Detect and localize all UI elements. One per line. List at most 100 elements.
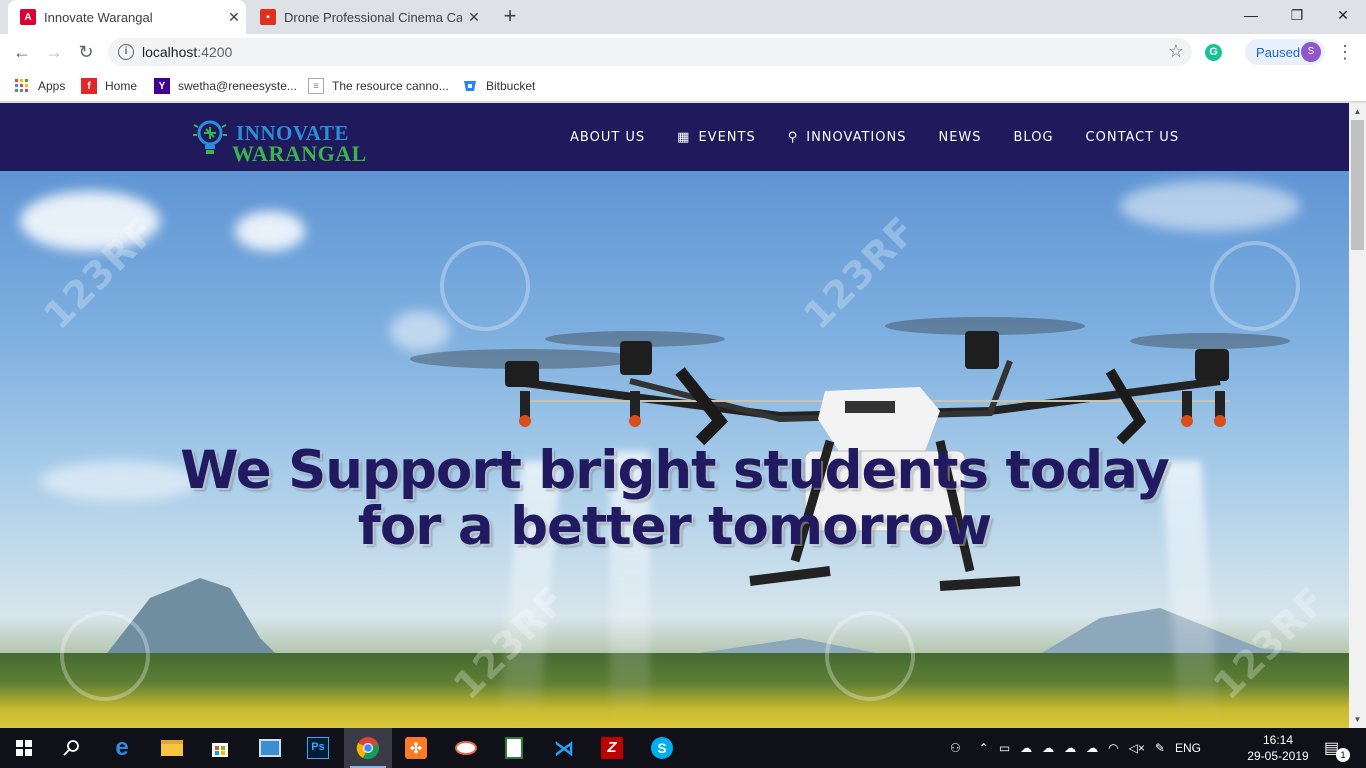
skype-icon[interactable]: S — [638, 728, 686, 768]
calendar-icon: ▦ — [677, 129, 691, 145]
nav-about-us[interactable]: ABOUT US — [570, 130, 645, 145]
page-scrollbar[interactable]: ▲ ▼ — [1349, 103, 1366, 728]
chrome-icon[interactable] — [344, 728, 392, 768]
system-tray: ⚇ ⌃ ▭ ☁ ☁ ☁ ☁ ◠ ◁× ✎ ENG — [950, 728, 1201, 768]
forward-arrow-icon[interactable]: → — [42, 40, 66, 64]
hero-headline: We Support bright students today for a b… — [0, 443, 1349, 555]
cloud-upload-icon[interactable]: ☁ — [1086, 741, 1098, 755]
nav-events[interactable]: ▦ EVENTS — [677, 130, 756, 145]
url-text: localhost:4200 — [142, 44, 233, 60]
close-tab-icon[interactable]: ✕ — [222, 9, 246, 26]
hero-banner: 123RF 123RF 123RF 123RF — [0, 171, 1349, 728]
edge-icon[interactable]: e — [98, 728, 146, 768]
avatar: S — [1301, 42, 1321, 62]
chevron-up-icon[interactable]: ⌃ — [979, 741, 989, 755]
tab-title: Innovate Warangal — [44, 9, 153, 25]
battery-icon[interactable]: ▭ — [999, 741, 1010, 755]
tab-innovate-warangal[interactable]: A Innovate Warangal ✕ — [8, 0, 246, 34]
reload-icon[interactable]: ↻ — [74, 40, 98, 64]
scroll-down-icon[interactable]: ▼ — [1349, 711, 1366, 728]
page-icon: ≡ — [308, 78, 324, 94]
headline-line-1: We Support bright students today — [180, 440, 1170, 501]
sheet-icon[interactable] — [490, 728, 538, 768]
action-center-icon[interactable]: ▤ 1 — [1324, 728, 1350, 768]
grammarly-icon[interactable]: G — [1205, 44, 1222, 61]
close-window-icon[interactable]: ✕ — [1320, 0, 1366, 30]
sunflower-field — [0, 653, 1349, 728]
back-arrow-icon[interactable]: ← — [10, 40, 34, 64]
people-icon[interactable]: ⚇ — [950, 741, 961, 755]
scrollbar-thumb[interactable] — [1351, 120, 1364, 250]
paint-icon[interactable] — [442, 728, 490, 768]
bookmark-label: Bitbucket — [486, 79, 536, 93]
xampp-icon[interactable]: ✣ — [392, 728, 440, 768]
cloud — [1120, 181, 1300, 231]
minimize-icon[interactable]: — — [1228, 0, 1274, 30]
nav-innovations[interactable]: ⚲ INNOVATIONS — [788, 130, 907, 145]
logo-text-warangal: WARANGAL — [232, 141, 367, 166]
page-viewport: INNOVATE WARANGAL ABOUT US ▦ EVENTS ⚲ INNO… — [0, 103, 1349, 728]
clock-time: 16:14 — [1262, 733, 1294, 747]
bookmark-star-icon[interactable]: ☆ — [1168, 41, 1184, 62]
volume-muted-icon[interactable]: ◁× — [1129, 741, 1145, 755]
notification-badge: 1 — [1336, 748, 1350, 762]
store-icon[interactable] — [196, 728, 244, 768]
bookmark-label: Home — [105, 79, 138, 93]
yahoo-icon: Y — [154, 78, 170, 94]
vscode-icon[interactable]: ⋊ — [540, 728, 588, 768]
onedrive-icon[interactable]: ☁ — [1020, 741, 1032, 755]
file-explorer-icon[interactable] — [148, 728, 196, 768]
123rf-icon: ▪ — [260, 9, 276, 25]
close-tab-icon[interactable]: ✕ — [462, 9, 486, 26]
lightbulb-icon — [193, 120, 227, 154]
window-controls: — ❐ ✕ — [1228, 0, 1366, 30]
cloud-upload-icon[interactable]: ☁ — [1042, 741, 1054, 755]
site-info-icon[interactable]: i — [118, 44, 134, 60]
nav-news[interactable]: NEWS — [938, 130, 981, 145]
apps-grid-icon — [14, 78, 30, 94]
control-panel-icon[interactable] — [246, 728, 294, 768]
nav-contact-us[interactable]: CONTACT US — [1086, 130, 1180, 145]
photoshop-icon[interactable]: Ps — [294, 728, 342, 768]
restore-icon[interactable]: ❐ — [1274, 0, 1320, 30]
map-pin-icon: ⚲ — [787, 129, 799, 145]
pen-icon[interactable]: ✎ — [1155, 741, 1165, 755]
windows-start-icon[interactable] — [0, 728, 48, 768]
browser-tab-strip: A Innovate Warangal ✕ ▪ Drone Profession… — [0, 0, 1366, 34]
cloud — [235, 211, 305, 251]
site-header: INNOVATE WARANGAL ABOUT US ▦ EVENTS ⚲ INNO… — [0, 103, 1349, 171]
flipboard-icon: f — [81, 78, 97, 94]
browser-toolbar: ← → ↻ i localhost:4200 ☆ G Paused S ⋮ — [0, 34, 1366, 70]
angular-icon: A — [20, 9, 36, 25]
clock[interactable]: 16:14 29-05-2019 — [1240, 732, 1316, 764]
tab-drone-cinema[interactable]: ▪ Drone Professional Cinema Came ✕ — [248, 0, 486, 34]
main-nav: ABOUT US ▦ EVENTS ⚲ INNOVATIONS NEWS BLOG … — [570, 103, 1211, 171]
profile-paused-button[interactable]: Paused S — [1245, 39, 1325, 65]
wifi-icon[interactable]: ◠ — [1108, 741, 1118, 755]
innovate-warangal-logo[interactable]: INNOVATE WARANGAL — [192, 115, 382, 166]
chrome-menu-icon[interactable]: ⋮ — [1336, 42, 1354, 62]
filezilla-icon[interactable]: Z — [588, 728, 636, 768]
bookmark-label: Apps — [38, 79, 66, 93]
bookmark-label: The resource canno... — [332, 79, 449, 93]
tab-title: Drone Professional Cinema Came — [284, 9, 462, 25]
address-bar[interactable]: i localhost:4200 ☆ — [108, 38, 1192, 66]
nav-blog[interactable]: BLOG — [1014, 130, 1054, 145]
bitbucket-icon — [462, 78, 478, 94]
windows-taskbar: e Ps ✣ ⋊ Z S ⚇ ⌃ ▭ ☁ ☁ ☁ ☁ ◠ ◁× ✎ ENG 16… — [0, 728, 1366, 768]
scroll-up-icon[interactable]: ▲ — [1349, 103, 1366, 120]
headline-line-2: for a better tomorrow — [357, 496, 992, 557]
cloud-upload-icon[interactable]: ☁ — [1064, 741, 1076, 755]
clock-date: 29-05-2019 — [1247, 749, 1309, 763]
input-language[interactable]: ENG — [1175, 741, 1201, 755]
bookmarks-bar: Apps f Home Y swetha@reneesyste... ≡ The… — [0, 70, 1366, 102]
new-tab-button[interactable]: + — [498, 5, 522, 29]
search-icon[interactable] — [48, 728, 96, 768]
bookmark-label: swetha@reneesyste... — [178, 79, 297, 93]
bookmark-yahoo-mail[interactable]: Y swetha@reneesyste... — [154, 77, 297, 95]
bookmark-resource[interactable]: ≡ The resource canno... — [308, 77, 449, 95]
bookmark-home[interactable]: f Home — [81, 77, 137, 95]
paused-label: Paused — [1256, 44, 1301, 60]
bookmark-apps[interactable]: Apps — [14, 77, 65, 95]
bookmark-bitbucket[interactable]: Bitbucket — [462, 77, 535, 95]
